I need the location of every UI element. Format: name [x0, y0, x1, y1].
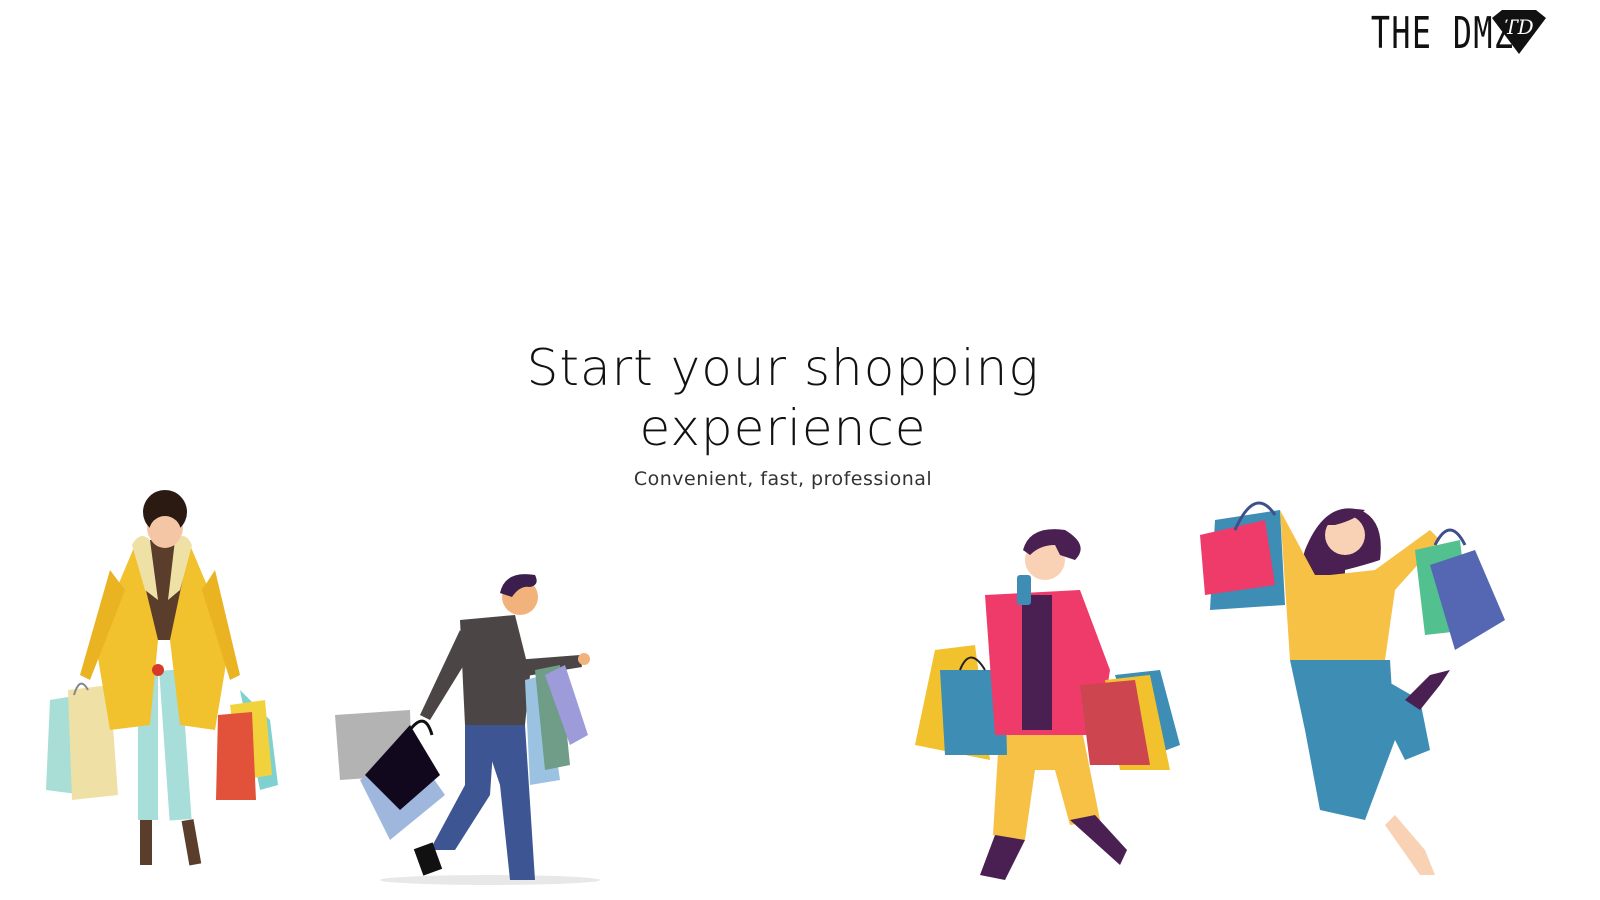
woman-yellow-coat-illustration: [46, 490, 278, 866]
man-pink-jacket-illustration: [915, 529, 1180, 880]
landing-page: THE DMZ TD Start your shopping experienc…: [0, 0, 1600, 900]
hero-section: Start your shopping experience Convenien…: [0, 338, 1566, 490]
man-walking-illustration: [335, 574, 600, 885]
hero-title-line-2: experience: [639, 399, 927, 457]
woman-jumping-illustration: [1200, 501, 1505, 875]
brand-logo-text: THE DMZ: [1370, 8, 1514, 59]
hero-title: Start your shopping experience: [0, 338, 1566, 458]
hero-title-line-1: Start your shopping: [526, 339, 1040, 397]
brand-logo[interactable]: THE DMZ TD: [1315, 8, 1548, 60]
